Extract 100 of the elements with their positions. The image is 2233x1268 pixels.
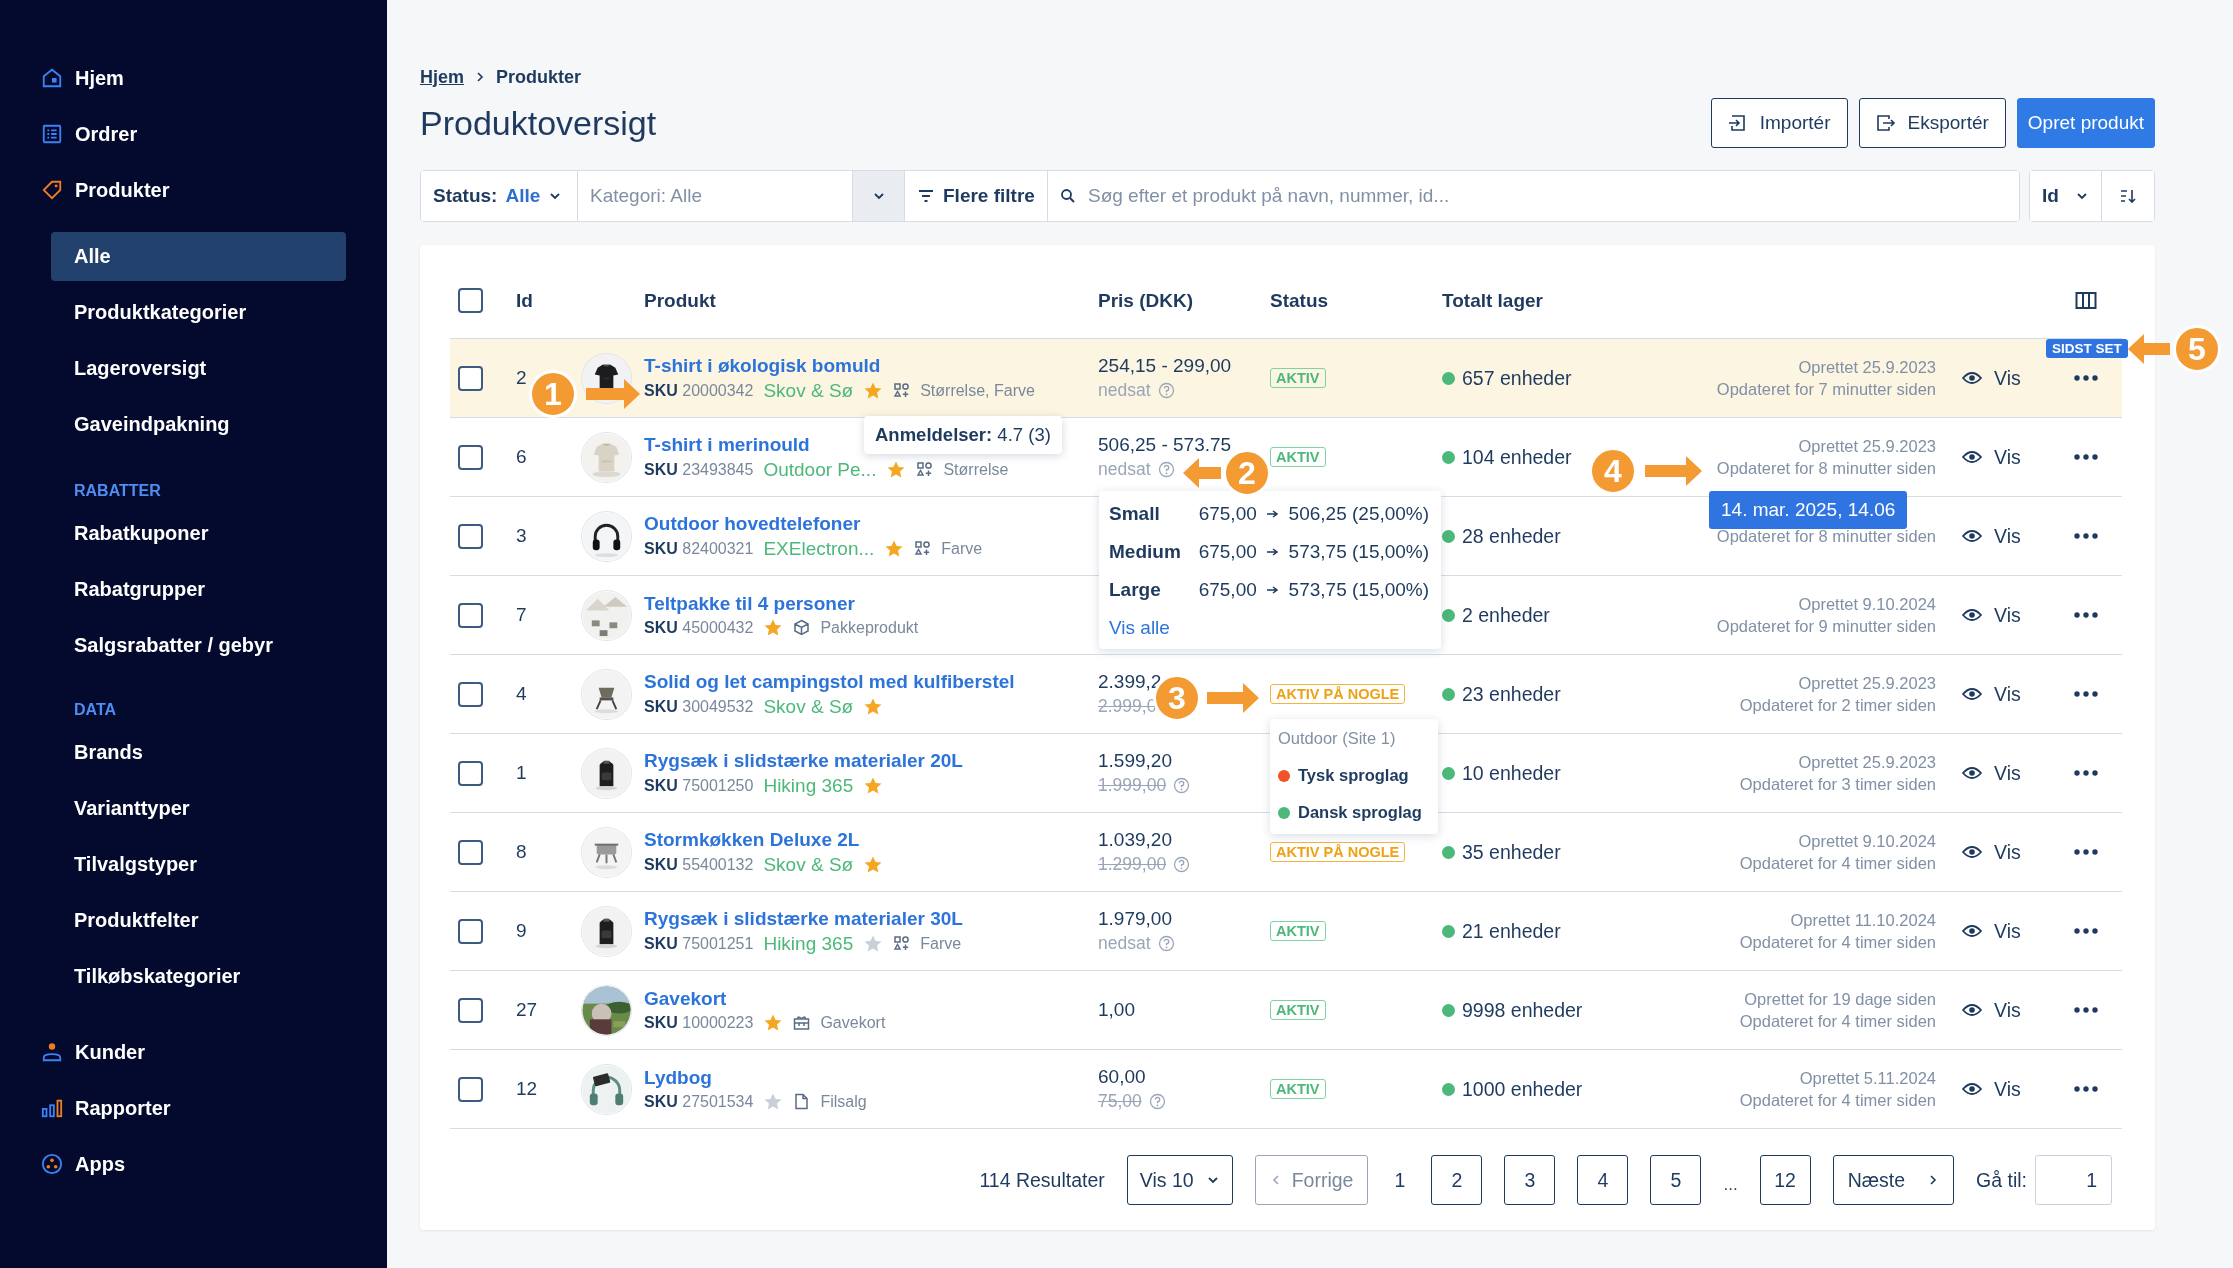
table-cell-text: 7 — [516, 604, 528, 626]
per-page-select[interactable]: Vis 10 — [1126, 1155, 1233, 1205]
product-link[interactable]: Rygsæk i slidstærke materialer 20L — [644, 749, 963, 772]
page-button[interactable]: 3 — [1504, 1155, 1556, 1205]
page-button[interactable]: 2 — [1431, 1155, 1483, 1205]
nav-item[interactable]: Brands — [51, 728, 346, 777]
price-text: 60,00 — [1098, 1066, 1147, 1088]
stock-text: 2 enheder — [1462, 603, 1550, 627]
stock-text: 35 enheder — [1462, 840, 1561, 864]
view-button[interactable]: Vis — [1962, 761, 2021, 785]
created-text: Oprettet 11.10.2024 — [1790, 910, 1936, 930]
product-link[interactable]: Lydbog — [644, 1066, 712, 1089]
nav-item[interactable]: Produkter — [0, 162, 387, 218]
discount-label: nedsat — [1098, 933, 1151, 954]
view-button[interactable]: Vis — [1962, 524, 2021, 548]
breadcrumb-current: Produkter — [496, 66, 582, 88]
sku-text: SKU 27501534 — [644, 1092, 754, 1111]
nav-item[interactable]: Rabatgrupper — [51, 565, 346, 614]
view-button[interactable]: Vis — [1962, 840, 2021, 864]
product-link[interactable]: Solid og let campingstol med kulfiberstel — [644, 670, 1015, 693]
import-button[interactable]: Importér — [1710, 98, 1848, 148]
column-header: Pris (DKK) — [1098, 289, 1194, 312]
nav-item[interactable]: Ordrer — [0, 106, 387, 162]
sku-text: SKU 20000342 — [644, 381, 754, 400]
view-button[interactable]: Vis — [1962, 682, 2021, 706]
table-row[interactable]: 27 Gavekort SKU 10000223 Gavekort 1,00 AKTIV 9998 enheder Oprettet for 19 dage siden Opdateret for 4 timer siden Vis — [450, 971, 2122, 1050]
table-cell-text: 8 — [516, 841, 528, 863]
column-header: Status — [1270, 289, 1330, 312]
nav-item[interactable]: Varianttyper — [51, 784, 346, 833]
sku-text: SKU 23493845 — [644, 460, 754, 479]
breadcrumb-link[interactable]: Hjem — [420, 66, 464, 88]
page-button[interactable]: 5 — [1650, 1155, 1702, 1205]
view-button[interactable]: Vis — [1962, 1077, 2021, 1101]
nav-item[interactable]: Salgsrabatter / gebyr — [51, 621, 346, 670]
product-link[interactable]: Rygsæk i slidstærke materialer 30L — [644, 907, 963, 930]
nav-item[interactable]: Kunder — [0, 1024, 387, 1080]
column-header: Totalt lager — [1442, 289, 1544, 312]
sort-field-select[interactable]: Id — [2030, 171, 2102, 221]
nav-item[interactable]: Rapporter — [0, 1080, 387, 1136]
product-link[interactable]: Gavekort — [644, 987, 727, 1010]
price-text: 1.039,20 — [1098, 829, 1173, 851]
view-button[interactable]: Vis — [1962, 603, 2021, 627]
column-header: Id — [516, 289, 534, 312]
created-text: Oprettet 9.10.2024 — [1798, 831, 1936, 851]
view-button[interactable]: Vis — [1962, 919, 2021, 943]
old-price: 675,00 — [1198, 579, 1258, 601]
nav-item[interactable]: Tilkøbskategorier — [51, 952, 346, 1001]
discount-label: nedsat — [1098, 459, 1151, 480]
nav-item[interactable]: Tilvalgstyper — [51, 840, 346, 889]
updated-text: Opdateret for 4 timer siden — [1739, 932, 1936, 952]
export-button[interactable]: Eksportér — [1858, 98, 2006, 148]
table-row[interactable]: 9 Rygsæk i slidstærke materialer 30L SKU 75001251 Hiking 365 Farve 1.979,00 nedsat AKTIV 21 enheder Oprettet 11.10.2024 Opdateret for 4 timer siden Vis — [450, 892, 2122, 971]
page-button[interactable]: 12 — [1759, 1155, 1811, 1205]
product-link[interactable]: Stormkøkken Deluxe 2L — [644, 828, 860, 851]
price-text: 1,00 — [1098, 999, 1136, 1021]
table-cell-text: 27 — [516, 999, 539, 1021]
goto-field[interactable]: 1 — [2035, 1155, 2112, 1205]
step-number: 5 — [2173, 325, 2221, 373]
nav-item[interactable]: Gaveindpakning — [51, 400, 346, 449]
created-text: Oprettet 25.9.2023 — [1798, 752, 1936, 772]
discount-label: nedsat — [1098, 380, 1151, 401]
feature-text: Pakkeprodukt — [820, 618, 919, 637]
create-button[interactable]: Opret produkt — [2016, 98, 2155, 148]
sku-text: SKU 82400321 — [644, 539, 754, 558]
page-title: Produktoversigt — [420, 103, 657, 143]
view-button[interactable]: Vis — [1962, 998, 2021, 1022]
stock-text: 104 enheder — [1462, 445, 1572, 469]
view-button[interactable]: Vis — [1962, 366, 2021, 390]
nav-item[interactable]: Rabatkuponer — [51, 509, 346, 558]
variant-name: Small — [1109, 503, 1161, 525]
nav-item[interactable]: Hjem — [0, 50, 387, 106]
table-cell-text: 2 — [516, 367, 528, 389]
status-badge: AKTIV PÅ NOGLE — [1270, 684, 1406, 704]
next-button[interactable]: Næste — [1832, 1155, 1955, 1205]
sku-text: SKU 75001251 — [644, 934, 754, 953]
old-price: 1.299,00 — [1098, 854, 1167, 875]
table-row[interactable]: 12 Lydbog SKU 27501534 Filsalg 60,00 75,00 AKTIV 1000 enheder Oprettet 5.11.2024 Opdateret for 4 timer siden Vis — [450, 1050, 2122, 1129]
view-all-link[interactable]: Vis alle — [1109, 617, 1431, 639]
updated-text: Opdateret for 9 minutter siden — [1716, 616, 1936, 636]
product-link[interactable]: T-shirt i økologisk bomuld — [644, 354, 881, 377]
nav-item[interactable]: Alle — [51, 232, 346, 281]
sku-text: SKU 30049532 — [644, 697, 754, 716]
product-link[interactable]: Outdoor hovedtelefoner — [644, 512, 861, 535]
created-text: Oprettet 25.9.2023 — [1798, 357, 1936, 377]
product-link[interactable]: T-shirt i merinould — [644, 433, 810, 456]
section-label: DATA — [73, 700, 118, 720]
product-link[interactable]: Teltpakke til 4 personer — [644, 592, 855, 615]
updated-text: Opdateret for 8 minutter siden — [1716, 526, 1936, 546]
dropdown-item[interactable]: Tysk sproglag — [1278, 766, 1430, 785]
nav-item[interactable]: Produktfelter — [51, 896, 346, 945]
nav-item[interactable]: Apps — [0, 1136, 387, 1192]
stock-text: 28 enheder — [1462, 524, 1561, 548]
nav-item[interactable]: Produktkategorier — [51, 288, 346, 337]
ellipsis-text: ... — [1723, 1175, 1738, 1196]
page-button[interactable]: 4 — [1577, 1155, 1629, 1205]
view-button[interactable]: Vis — [1962, 445, 2021, 469]
nav-item[interactable]: Lageroversigt — [51, 344, 346, 393]
status-badge: AKTIV — [1270, 1000, 1326, 1020]
feature-text: Gavekort — [820, 1013, 886, 1032]
table-cell-text: 12 — [516, 1078, 539, 1100]
